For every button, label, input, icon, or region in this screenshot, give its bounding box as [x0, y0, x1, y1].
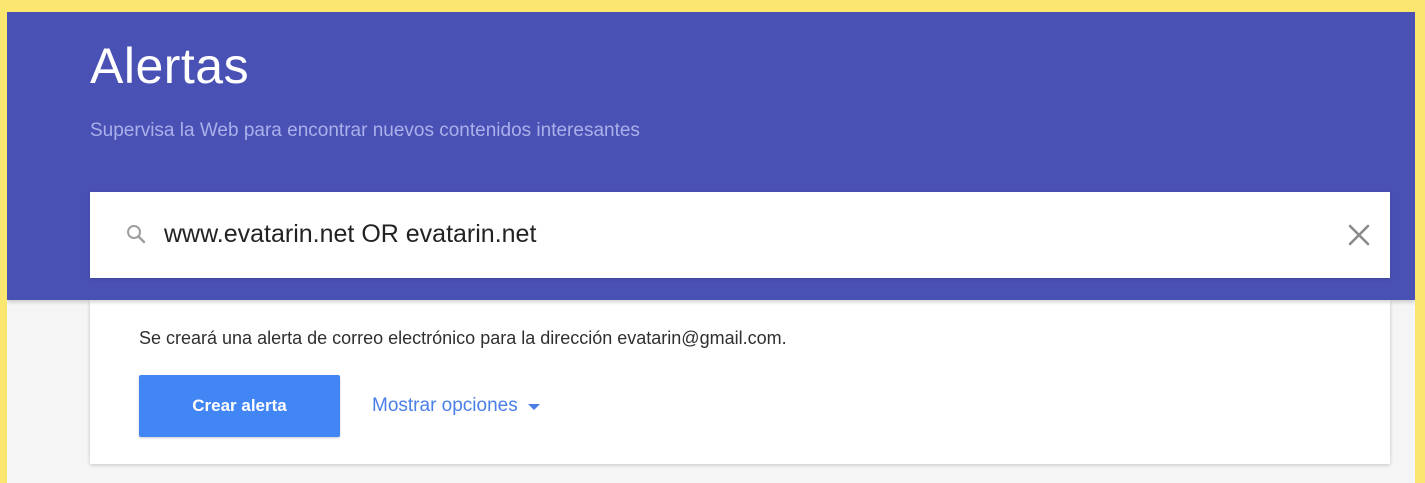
- close-icon[interactable]: [1344, 220, 1374, 250]
- search-box: [90, 192, 1390, 278]
- page-frame: Alertas Supervisa la Web para encontrar …: [7, 12, 1415, 483]
- caret-down-icon: [527, 403, 540, 410]
- page-subtitle: Supervisa la Web para encontrar nuevos c…: [90, 120, 640, 141]
- show-options-label: Mostrar opciones: [372, 395, 518, 416]
- alert-notice: Se creará una alerta de correo electróni…: [139, 328, 787, 348]
- search-input[interactable]: [164, 212, 1314, 256]
- alert-panel: Se creará una alerta de correo electróni…: [90, 300, 1390, 464]
- create-alert-button[interactable]: Crear alerta: [139, 375, 340, 437]
- page-title: Alertas: [90, 38, 250, 94]
- search-icon: [126, 224, 146, 244]
- header-banner: Alertas Supervisa la Web para encontrar …: [7, 12, 1415, 300]
- show-options-link[interactable]: Mostrar opciones: [372, 396, 540, 415]
